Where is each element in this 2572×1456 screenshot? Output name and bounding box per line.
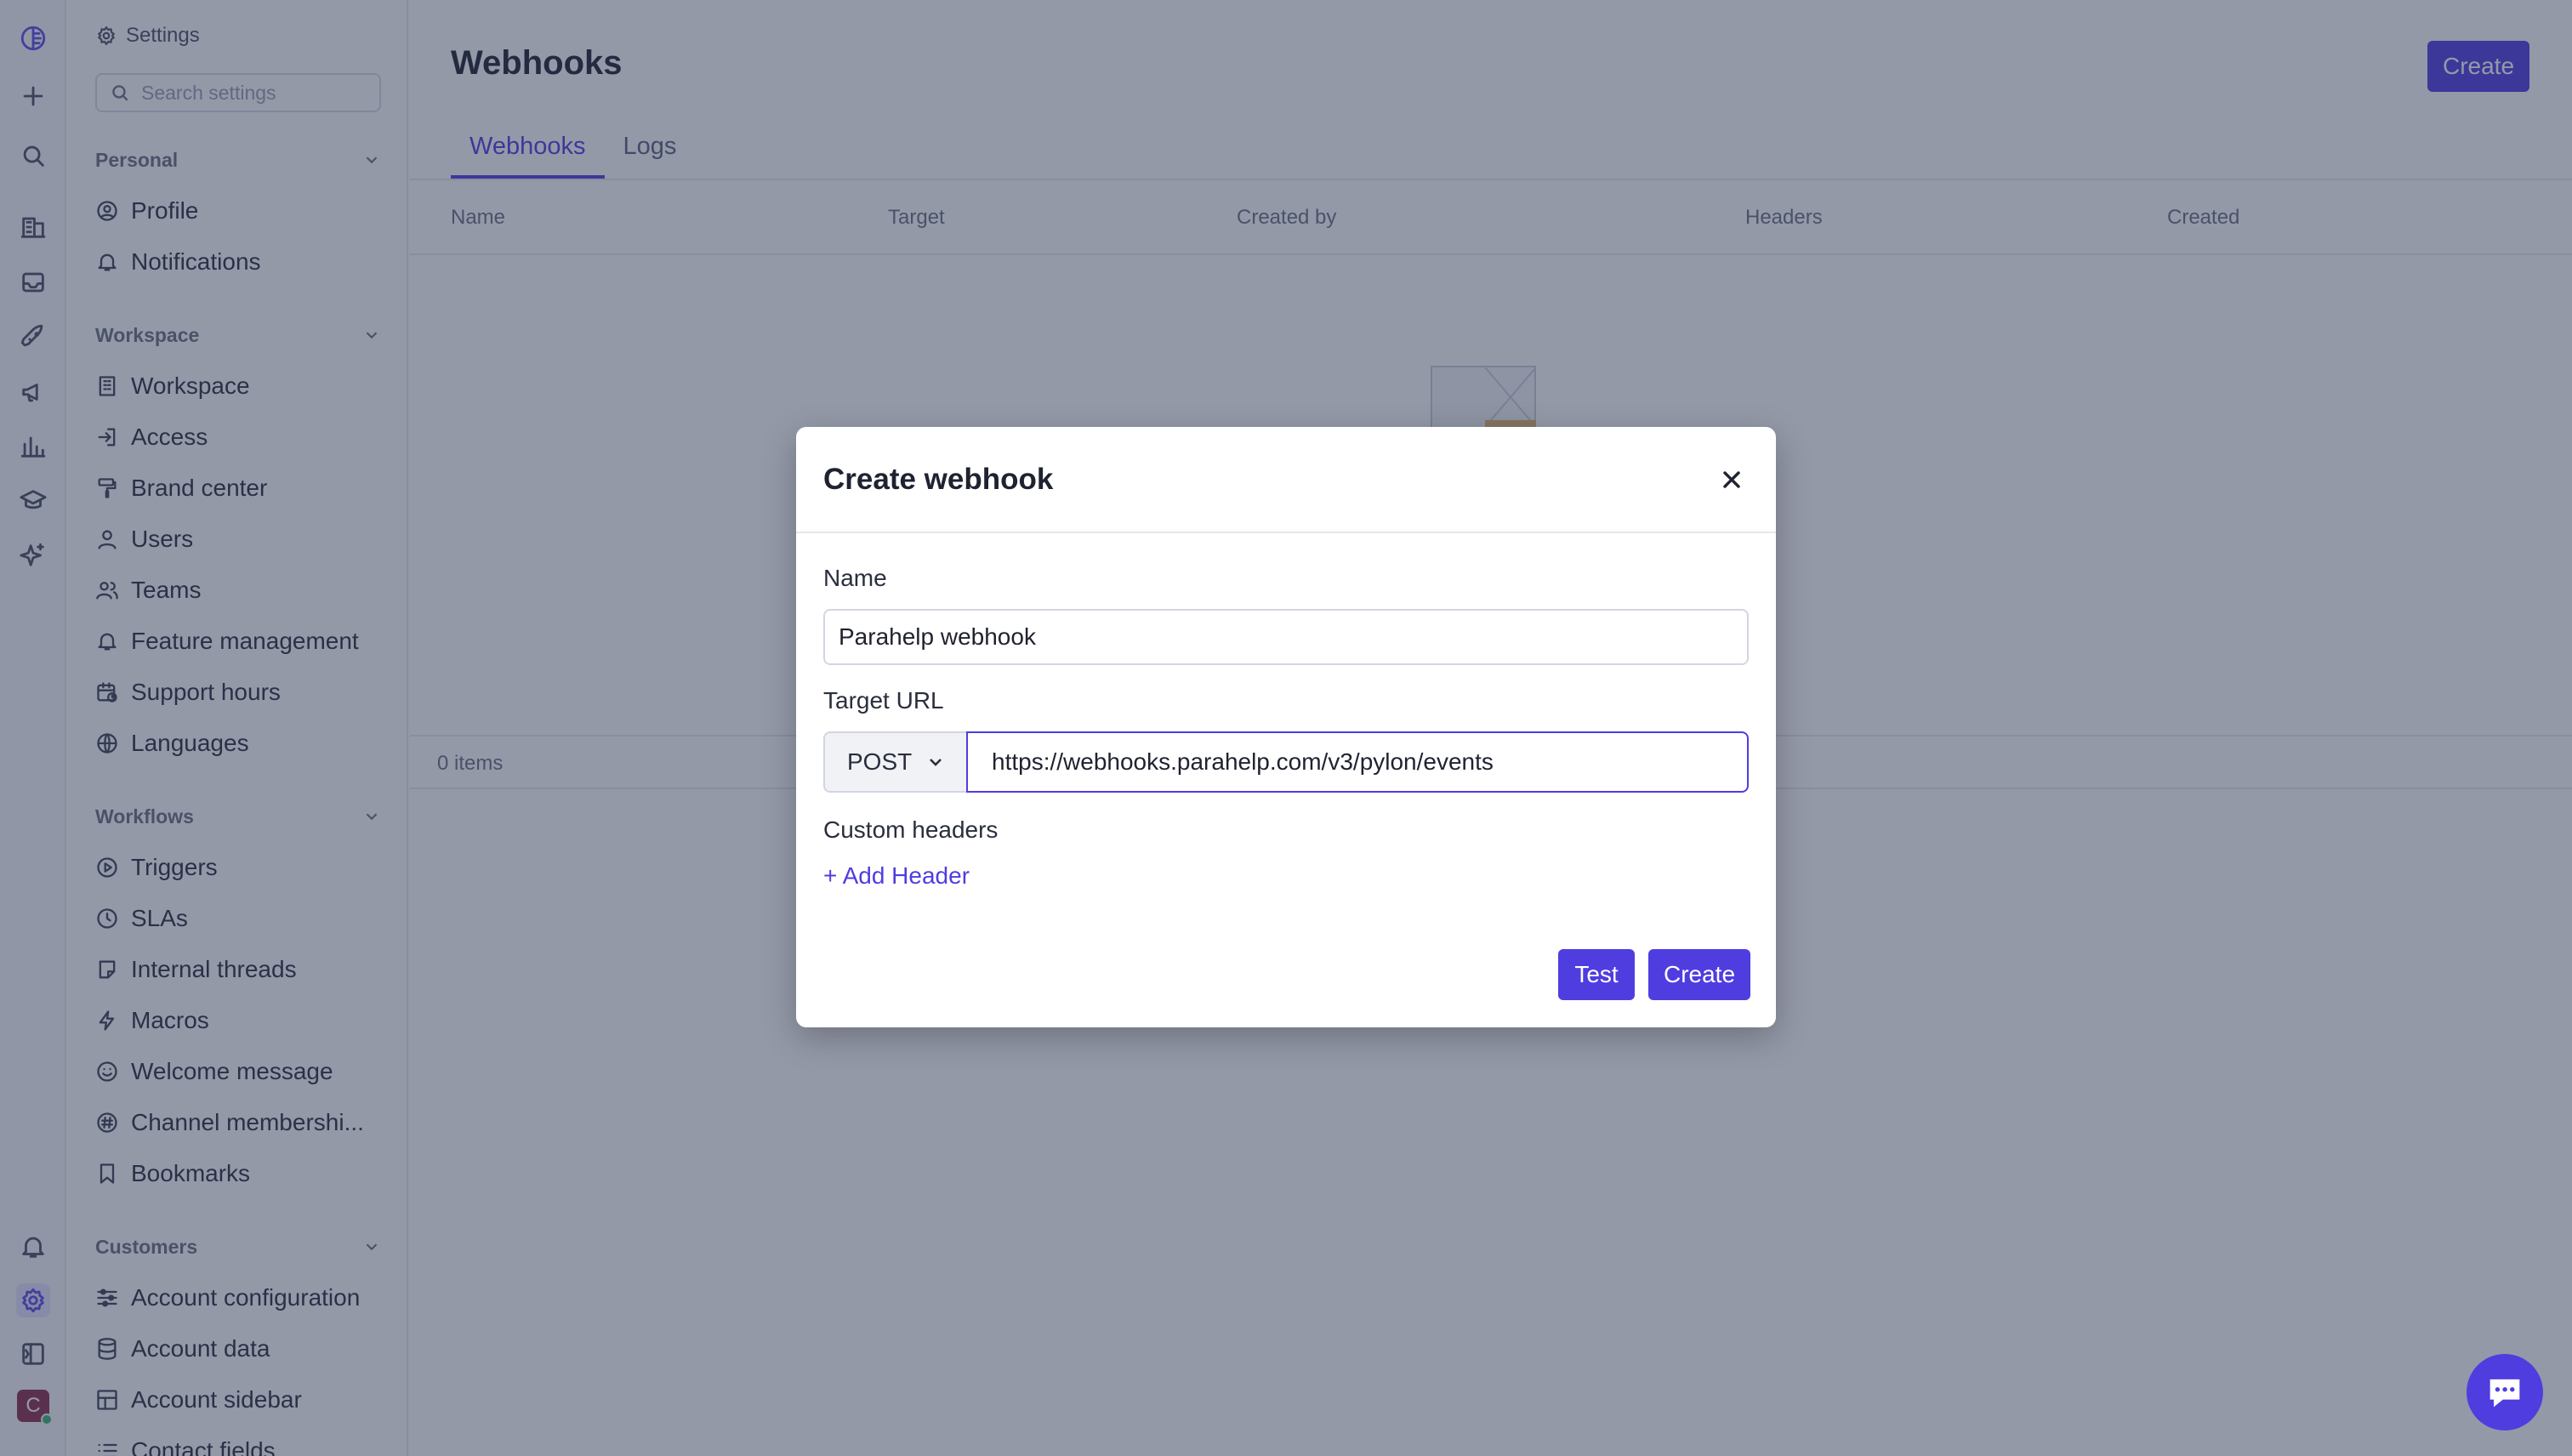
http-method-select[interactable]: POST <box>823 731 968 793</box>
support-chat-button[interactable] <box>2467 1354 2543 1430</box>
close-button[interactable] <box>1713 461 1750 498</box>
target-url-input[interactable] <box>966 731 1749 793</box>
http-method-value: POST <box>847 748 913 775</box>
add-header-link[interactable]: + Add Header <box>823 862 970 890</box>
custom-headers-label: Custom headers <box>823 816 999 843</box>
target-url-label: Target URL <box>823 687 944 714</box>
chat-bubble-icon <box>2489 1379 2520 1408</box>
create-webhook-modal: Create webhook Name Target URL POST Cust… <box>796 427 1776 1027</box>
modal-title: Create webhook <box>823 463 1054 496</box>
name-input[interactable] <box>823 609 1749 665</box>
create-button[interactable]: Create <box>1648 949 1750 1000</box>
close-icon <box>1723 471 1740 488</box>
name-label: Name <box>823 565 887 591</box>
test-button[interactable]: Test <box>1558 949 1635 1000</box>
chevron-down-icon <box>930 759 942 766</box>
modal-header: Create webhook <box>796 427 1776 533</box>
